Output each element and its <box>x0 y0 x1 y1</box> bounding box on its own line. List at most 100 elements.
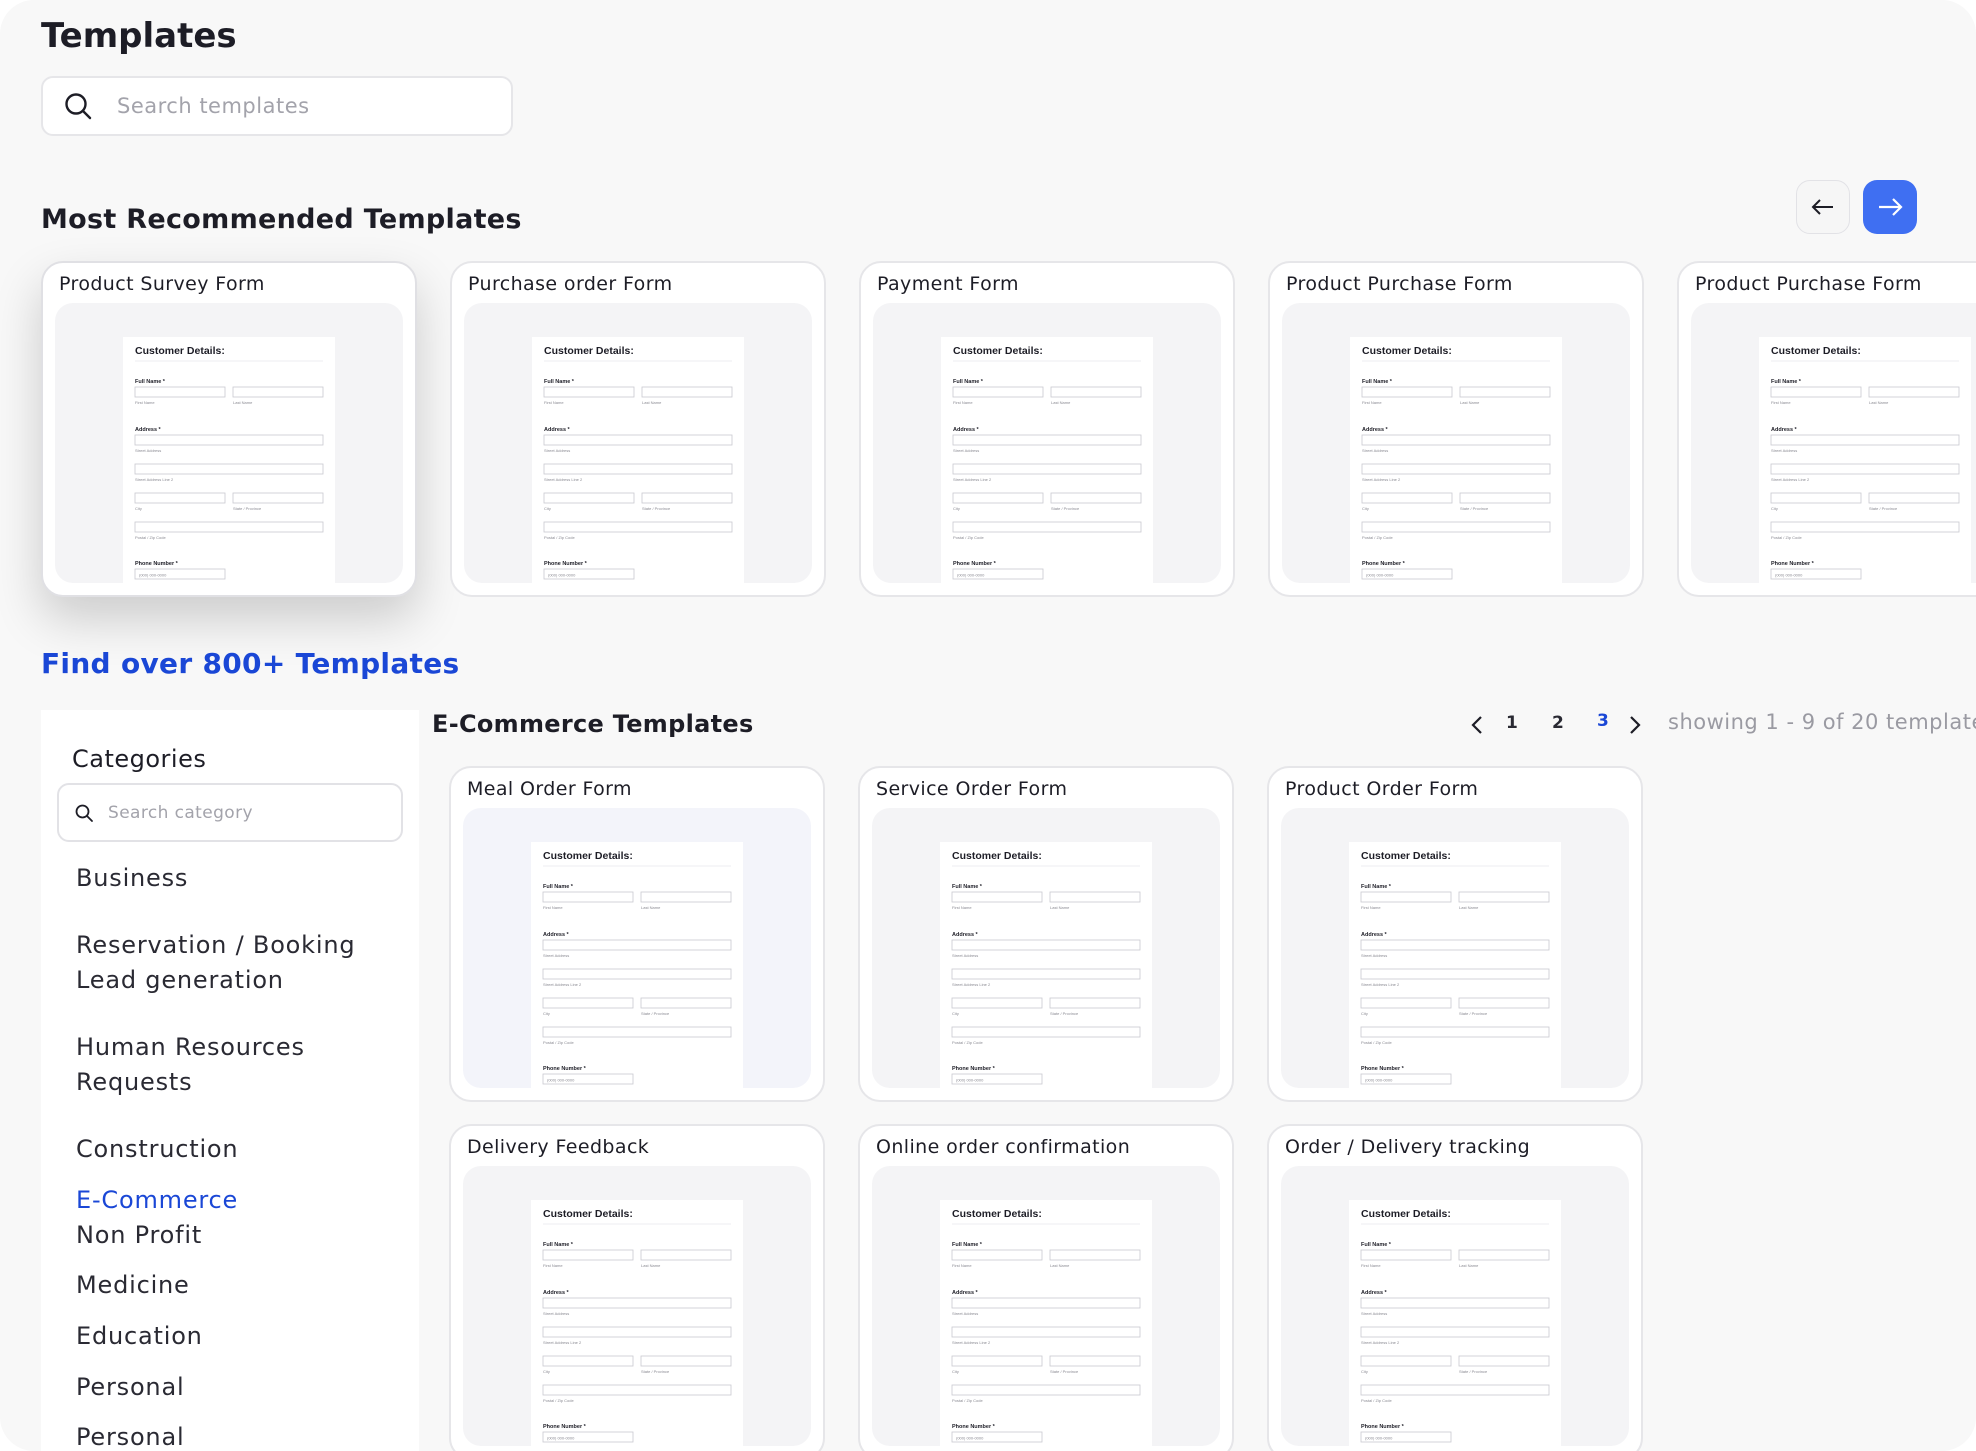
category-item-personal[interactable]: Personal <box>76 1423 184 1451</box>
carousel-next-button[interactable] <box>1863 180 1917 234</box>
carousel-prev-button[interactable] <box>1796 180 1850 234</box>
form-mockup: Customer Details: Full Name * First Name La… <box>1759 337 1971 583</box>
field-hint: State / Province <box>1459 1369 1488 1374</box>
field-hint: Last Name <box>1460 400 1480 405</box>
template-card[interactable]: Product Order Form Customer Details: Full… <box>1267 766 1643 1102</box>
template-card[interactable]: Service Order Form Customer Details: Full… <box>858 766 1234 1102</box>
page-link-3[interactable]: 3 <box>1597 711 1609 731</box>
chevron-left-icon[interactable] <box>1470 714 1484 736</box>
form-heading: Customer Details: <box>1771 345 1861 357</box>
template-card[interactable]: Meal Order Form Customer Details: Full Na… <box>449 766 825 1102</box>
field-label: Phone Number * <box>1771 561 1815 567</box>
results-count: showing 1 - 9 of 20 templates <box>1668 710 1976 734</box>
page-link-1[interactable]: 1 <box>1506 713 1518 733</box>
category-item-human-resources[interactable]: Human Resources <box>76 1033 305 1061</box>
field-box <box>542 891 634 903</box>
category-item-construction[interactable]: Construction <box>76 1135 238 1163</box>
field-box <box>952 463 1142 475</box>
field-box <box>542 1355 634 1367</box>
template-card[interactable]: Product Survey Form Customer Details: Ful… <box>41 261 417 597</box>
category-item-ecommerce[interactable]: E-Commerce <box>76 1186 238 1214</box>
template-card[interactable]: Product Purchase Form Customer Details: F… <box>1677 261 1976 597</box>
field-box <box>1361 463 1551 475</box>
field-hint: First Name <box>135 400 155 405</box>
field-box <box>1049 1249 1141 1261</box>
field-box <box>542 939 732 951</box>
field-box <box>952 521 1142 533</box>
field-label: Phone Number * <box>953 561 997 567</box>
search-icon <box>75 804 93 822</box>
field-hint: Postal / Zip Code <box>952 1040 983 1045</box>
field-box <box>543 492 635 504</box>
template-search[interactable]: Search templates <box>41 76 513 136</box>
field-label: Full Name * <box>543 1242 574 1248</box>
field-box <box>1770 463 1960 475</box>
field-label: Address * <box>952 932 979 938</box>
field-box <box>1360 1297 1550 1309</box>
form-preview: Customer Details: Full Name * First Name La… <box>1691 303 1976 583</box>
category-item-personal[interactable]: Personal <box>76 1373 184 1401</box>
category-item-lead-generation[interactable]: Lead generation <box>76 966 284 994</box>
field-hint: Last Name <box>1050 905 1070 910</box>
field-box <box>1360 968 1550 980</box>
field-box <box>1459 386 1551 398</box>
field-hint: City <box>1362 506 1369 511</box>
field-hint: Postal / Zip Code <box>953 535 984 540</box>
field-hint: (000) 000-0000 <box>957 573 985 578</box>
field-box <box>640 891 732 903</box>
field-box <box>1049 891 1141 903</box>
field-hint: First Name <box>544 400 564 405</box>
field-box <box>951 968 1141 980</box>
form-mockup: Customer Details: Full Name * First Name La… <box>941 337 1153 583</box>
field-hint: Street Address Line 2 <box>543 1340 582 1345</box>
field-hint: Street Address Line 2 <box>1361 1340 1400 1345</box>
category-item-education[interactable]: Education <box>76 1322 203 1350</box>
field-label: Address * <box>1361 932 1388 938</box>
field-box <box>1458 1355 1550 1367</box>
field-box <box>1458 891 1550 903</box>
field-label: Full Name * <box>1362 379 1393 385</box>
field-hint: Last Name <box>1459 1263 1479 1268</box>
template-card-title: Product Survey Form <box>59 273 265 295</box>
field-box <box>1049 997 1141 1009</box>
category-item-reservation[interactable]: Reservation / Booking <box>76 931 355 959</box>
field-box <box>1049 1355 1141 1367</box>
category-item-medicine[interactable]: Medicine <box>76 1271 190 1299</box>
field-label: Phone Number * <box>543 1424 587 1430</box>
template-card[interactable]: Delivery Feedback Customer Details: Full … <box>449 1124 825 1451</box>
template-card[interactable]: Order / Delivery tracking Customer Detai… <box>1267 1124 1643 1451</box>
page-link-2[interactable]: 2 <box>1552 713 1564 733</box>
field-box <box>951 1355 1043 1367</box>
category-item-business[interactable]: Business <box>76 864 188 892</box>
template-card[interactable]: Purchase order Form Customer Details: Ful… <box>450 261 826 597</box>
field-hint: Street Address <box>1361 1311 1387 1316</box>
chevron-right-icon[interactable] <box>1628 714 1642 736</box>
field-box <box>1360 997 1452 1009</box>
field-box <box>951 997 1043 1009</box>
template-card[interactable]: Payment Form Customer Details: Full Name … <box>859 261 1235 597</box>
field-hint: State / Province <box>641 1011 670 1016</box>
category-search[interactable]: Search category <box>57 783 403 842</box>
form-preview: Customer Details: Full Name * First Name La… <box>463 1166 811 1446</box>
template-card[interactable]: Online order confirmation Customer Detai… <box>858 1124 1234 1451</box>
form-mockup: Customer Details: Full Name * First Name La… <box>940 1200 1152 1446</box>
field-label: Full Name * <box>1771 379 1802 385</box>
field-hint: City <box>543 1369 550 1374</box>
field-hint: Street Address <box>543 953 569 958</box>
field-label: Phone Number * <box>1362 561 1406 567</box>
template-card-title: Product Purchase Form <box>1695 273 1922 295</box>
category-item-requests[interactable]: Requests <box>76 1068 192 1096</box>
field-label: Address * <box>952 1290 979 1296</box>
category-search-input[interactable]: Search category <box>108 803 253 823</box>
field-hint: Postal / Zip Code <box>543 1040 574 1045</box>
field-label: Address * <box>135 427 162 433</box>
form-mockup: Customer Details: Full Name * First Name La… <box>1350 337 1562 583</box>
category-item-non-profit[interactable]: Non Profit <box>76 1221 202 1249</box>
field-hint: First Name <box>543 905 563 910</box>
field-label: Address * <box>543 932 570 938</box>
search-input[interactable]: Search templates <box>117 94 310 118</box>
template-card-title: Product Order Form <box>1285 778 1479 800</box>
field-hint: (000) 000-0000 <box>1365 1078 1393 1083</box>
template-card[interactable]: Product Purchase Form Customer Details: F… <box>1268 261 1644 597</box>
field-hint: Street Address Line 2 <box>1361 982 1400 987</box>
